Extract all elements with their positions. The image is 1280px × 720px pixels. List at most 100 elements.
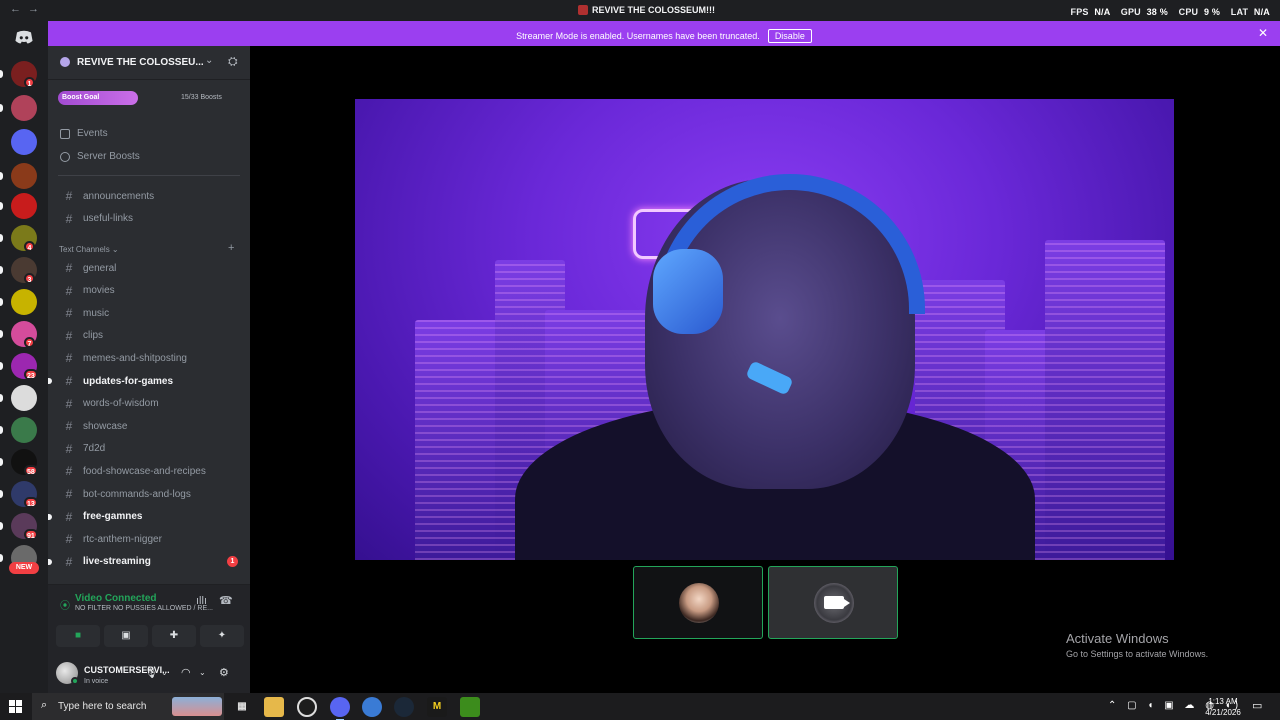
camera-button[interactable]: ■ bbox=[56, 625, 100, 647]
channel-showcase[interactable]: # showcase bbox=[54, 416, 244, 436]
noise-suppression-icon[interactable]: ıllı bbox=[196, 595, 207, 607]
participant-tile[interactable] bbox=[633, 566, 763, 639]
disconnect-icon[interactable]: ☎ bbox=[219, 594, 233, 607]
unread-indicator bbox=[48, 513, 52, 520]
hashtag-icon: # bbox=[65, 306, 73, 321]
avatar bbox=[679, 583, 719, 623]
cpu-value: 9 % bbox=[1203, 7, 1221, 17]
microphone-icon[interactable]: 🎙︎ bbox=[144, 666, 158, 679]
channel-general[interactable]: # general bbox=[54, 258, 244, 278]
mention-badge: 13 bbox=[24, 497, 38, 508]
unread-pill bbox=[0, 234, 3, 242]
voice-channel-name[interactable]: NO FILTER NO PUSSIES ALLOWED / RE... bbox=[75, 605, 213, 612]
channel-name: general bbox=[83, 262, 117, 274]
channel-7d2d[interactable]: #7d2d bbox=[54, 439, 244, 459]
events-item[interactable]: Events bbox=[60, 128, 108, 139]
windows-start-icon[interactable] bbox=[9, 700, 22, 713]
screen-share-button[interactable]: ▣ bbox=[104, 625, 148, 647]
taskbar-clock[interactable]: 1:13 AM 4/21/2026 bbox=[1200, 696, 1246, 718]
title-bar: ← → REVIVE THE COLOSSEUM!!! FPS N/A GPU … bbox=[0, 0, 1280, 21]
channel-useful-links[interactable]: # useful-links bbox=[54, 209, 244, 229]
unread-pill bbox=[0, 394, 3, 402]
streamer-mode-banner: Streamer Mode is enabled. Usernames have… bbox=[48, 21, 1280, 46]
channel-rtc-anthem-nigger[interactable]: # rtc-anthem-nigger bbox=[54, 529, 244, 549]
mic-options-chevron-icon[interactable]: ⌄ bbox=[161, 668, 168, 677]
streamer-mode-text: Streamer Mode is enabled. Usernames have… bbox=[516, 31, 760, 41]
discord-taskbar-icon[interactable] bbox=[330, 697, 350, 720]
channel-name: useful-links bbox=[83, 213, 134, 224]
channel-mention-badge: 1 bbox=[227, 555, 238, 567]
notification-icon[interactable]: ▭ bbox=[1252, 699, 1262, 712]
new-badge[interactable]: NEW bbox=[9, 562, 39, 574]
forward-arrow-icon[interactable]: → bbox=[28, 3, 39, 15]
channel-clips[interactable]: # clips bbox=[54, 326, 244, 346]
unread-pill bbox=[0, 426, 3, 434]
participant-tile[interactable] bbox=[768, 566, 898, 639]
hashtag-icon: # bbox=[65, 351, 73, 366]
soundboard-button[interactable]: ✦ bbox=[200, 625, 244, 647]
channel-music[interactable]: # music bbox=[54, 303, 244, 323]
server-badge-icon bbox=[60, 57, 70, 67]
mention-badge: 7 bbox=[24, 337, 35, 348]
hashtag-icon: # bbox=[65, 189, 73, 203]
server-icon[interactable] bbox=[11, 95, 37, 121]
disable-streamer-mode-button[interactable]: Disable bbox=[767, 29, 812, 43]
task-view-icon[interactable]: ▦ bbox=[232, 697, 252, 717]
category-text-channels[interactable]: Text Channels ⌄ bbox=[59, 245, 119, 254]
invite-people-icon[interactable]: ⛭ bbox=[228, 54, 238, 69]
headphones-icon[interactable]: ◠ bbox=[181, 666, 191, 679]
channel-food-showcase-and-recipes[interactable]: # food-showcase-and-recipes bbox=[54, 461, 244, 481]
unread-pill bbox=[0, 490, 3, 498]
nvidia-icon[interactable] bbox=[460, 697, 480, 717]
server-icon[interactable] bbox=[11, 193, 37, 219]
server-icon[interactable] bbox=[11, 129, 37, 155]
fps-value: N/A bbox=[1094, 7, 1111, 17]
server-header[interactable]: REVIVE THE COLOSSEU... ⌄ ⛭ bbox=[48, 46, 250, 80]
clock-date: 4/21/2026 bbox=[1205, 708, 1241, 717]
audio-options-chevron-icon[interactable]: ⌄ bbox=[199, 668, 206, 677]
channel-name: words-of-wisdom bbox=[83, 398, 159, 410]
channel-words-of-wisdom[interactable]: # words-of-wisdom bbox=[54, 394, 244, 414]
steam-icon[interactable] bbox=[394, 697, 414, 717]
file-explorer-icon[interactable] bbox=[264, 697, 284, 717]
server-icon bbox=[578, 5, 588, 15]
channel-bot-commands-and-logs[interactable]: # bot-commands-and-logs bbox=[54, 484, 244, 504]
browser-icon[interactable] bbox=[362, 697, 382, 717]
obs-icon[interactable] bbox=[297, 697, 317, 717]
server-icon[interactable] bbox=[11, 385, 37, 411]
server-icon[interactable] bbox=[11, 163, 37, 189]
lat-label: LAT bbox=[1230, 7, 1249, 17]
taskbar-search[interactable]: ⌕ Type here to search bbox=[32, 693, 224, 720]
add-channel-icon[interactable]: + bbox=[228, 242, 234, 254]
channel-name: free-gamnes bbox=[83, 511, 143, 523]
server-icon[interactable] bbox=[11, 289, 37, 315]
close-icon[interactable]: ✕ bbox=[1258, 26, 1268, 40]
search-highlight-image[interactable] bbox=[172, 697, 222, 716]
settings-gear-icon[interactable]: ⚙ bbox=[219, 666, 229, 679]
cpu-label: CPU bbox=[1178, 7, 1199, 17]
unread-pill bbox=[0, 104, 3, 112]
activities-button[interactable]: ✚ bbox=[152, 625, 196, 647]
mention-badge: 1 bbox=[24, 77, 35, 88]
channel-name: live-streaming bbox=[83, 556, 151, 568]
channel-name: movies bbox=[83, 285, 115, 297]
m-app-icon[interactable]: M bbox=[427, 697, 447, 717]
boost-gem-icon bbox=[60, 151, 70, 162]
unread-indicator bbox=[48, 558, 52, 565]
server-icon[interactable] bbox=[11, 417, 37, 443]
boost-count[interactable]: 15/33 Boosts bbox=[181, 94, 222, 101]
channel-updates-for-games[interactable]: # updates-for-games bbox=[48, 371, 244, 391]
channel-memes-and-shitposting[interactable]: # memes-and-shitposting bbox=[54, 348, 244, 368]
channel-announcements[interactable]: # announcements bbox=[54, 186, 244, 206]
unread-pill bbox=[0, 458, 3, 466]
back-arrow-icon[interactable]: ← bbox=[10, 3, 21, 15]
signal-icon[interactable]: ⦿ bbox=[60, 597, 70, 612]
voice-status[interactable]: Video Connected bbox=[75, 593, 157, 604]
server-boosts-item[interactable]: Server Boosts bbox=[60, 151, 140, 162]
video-feed[interactable] bbox=[355, 99, 1174, 560]
channel-live-streaming[interactable]: # live-streaming 1 bbox=[48, 552, 244, 572]
chevron-down-icon[interactable]: ⌄ bbox=[205, 55, 213, 66]
channel-movies[interactable]: # movies bbox=[54, 281, 244, 301]
discord-home-icon[interactable] bbox=[14, 30, 34, 44]
channel-free-gamnes[interactable]: # free-gamnes bbox=[48, 507, 244, 527]
